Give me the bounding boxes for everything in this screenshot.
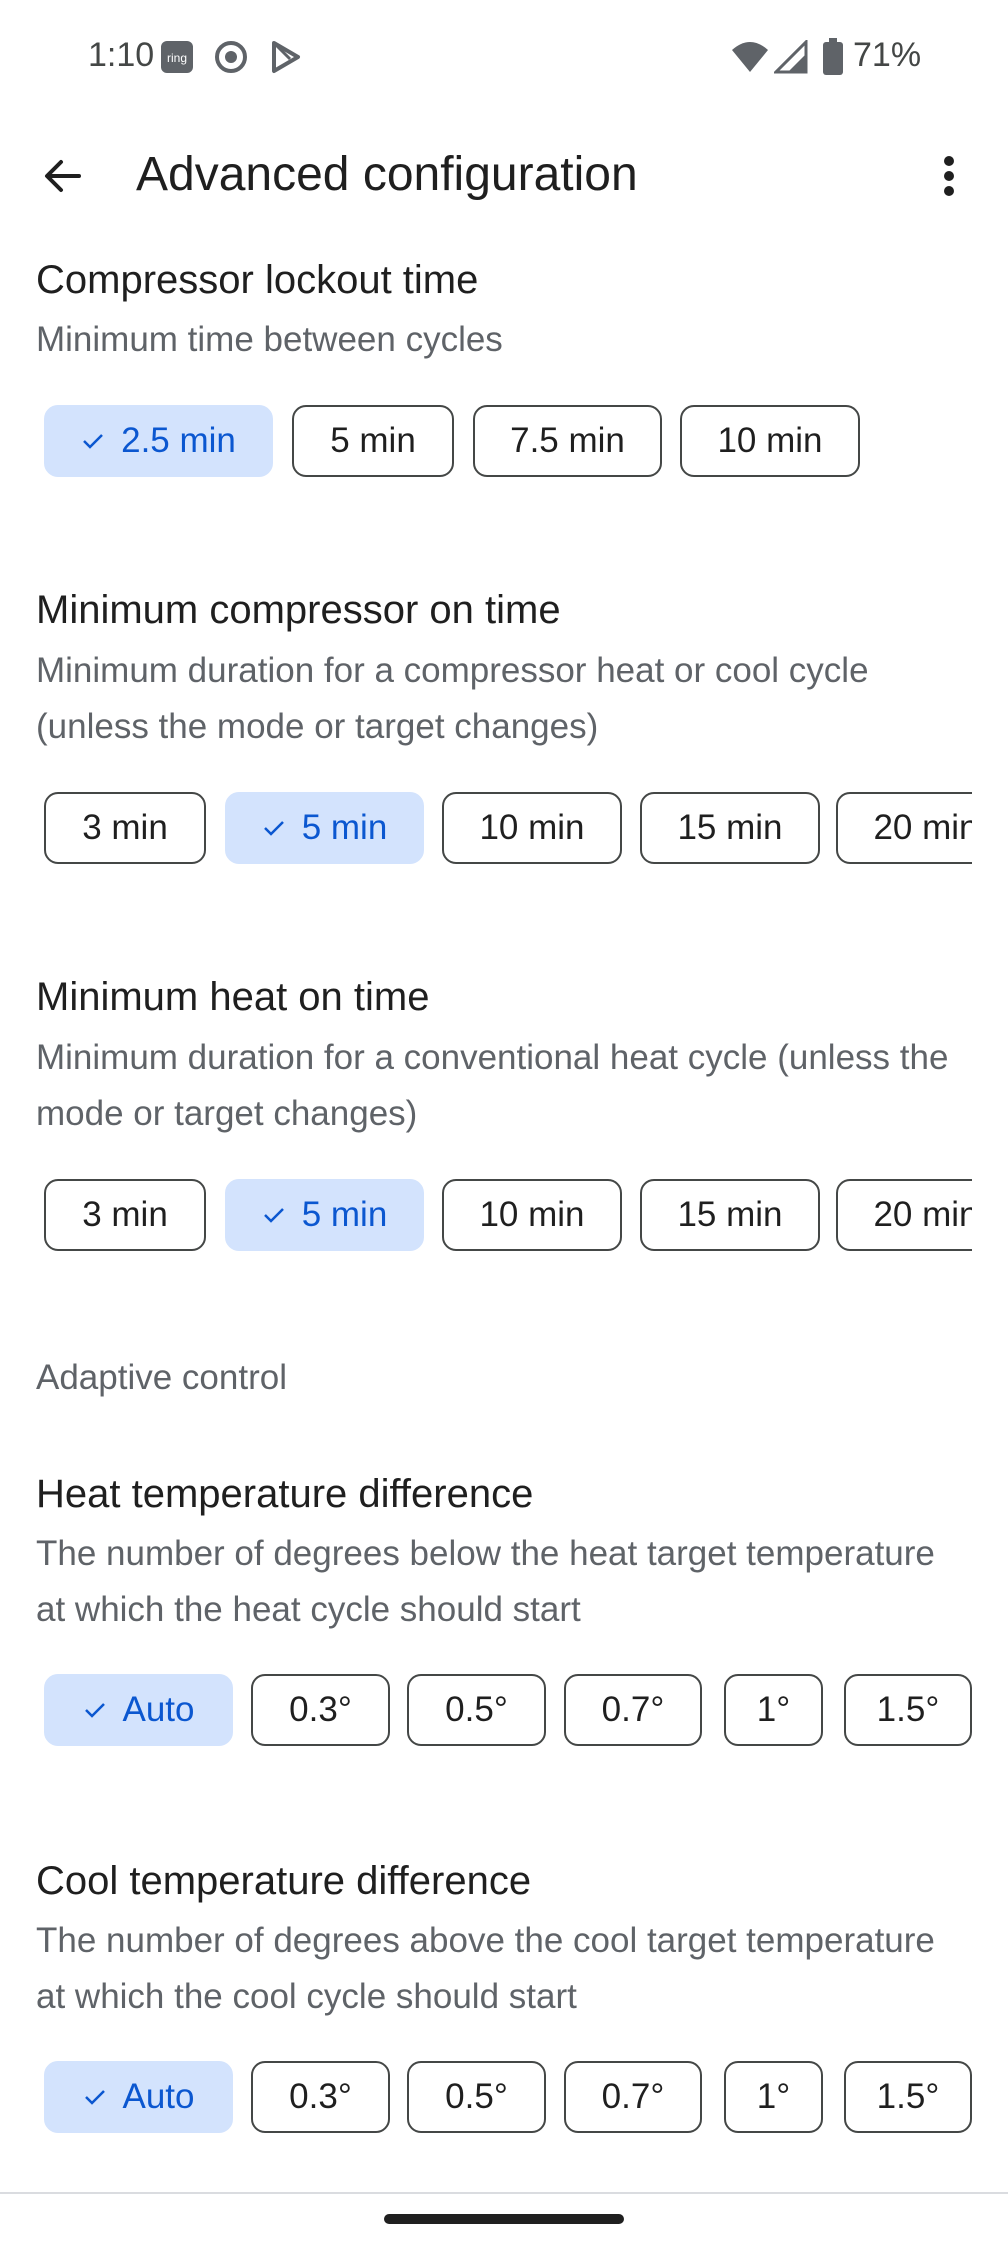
chip-label: 3 min bbox=[82, 1195, 168, 1234]
arrow-back-icon bbox=[43, 156, 83, 201]
section-description-compressor-lockout: Minimum time between cycles bbox=[36, 320, 503, 359]
section-title-min-compressor-on: Minimum compressor on time bbox=[36, 588, 561, 632]
chip-option[interactable]: 1.5° bbox=[844, 2061, 972, 2133]
chip-option[interactable]: 1° bbox=[724, 1674, 823, 1746]
chip-label: 20 min bbox=[873, 808, 972, 847]
section-description-cool-temp-diff: The number of degrees above the cool tar… bbox=[36, 1921, 935, 2016]
chip-option-selected[interactable]: 5 min bbox=[225, 792, 424, 864]
chip-option-selected[interactable]: Auto bbox=[44, 2061, 233, 2133]
chip-label: 15 min bbox=[677, 808, 783, 847]
chip-option[interactable]: 1.5° bbox=[844, 1674, 972, 1746]
chip-label: 10 min bbox=[479, 1195, 585, 1234]
section-title-compressor-lockout: Compressor lockout time bbox=[36, 258, 479, 302]
chip-option[interactable]: 7.5 min bbox=[473, 405, 662, 477]
section-title-cool-temp-diff: Cool temperature difference bbox=[36, 1859, 532, 1903]
svg-text:ring: ring bbox=[167, 51, 187, 65]
check-icon bbox=[262, 816, 286, 840]
chip-label: 10 min bbox=[479, 808, 585, 847]
chip-option[interactable]: 20 min bbox=[836, 792, 972, 864]
chip-label: 1.5° bbox=[876, 2077, 940, 2116]
section-title-min-heat-on: Minimum heat on time bbox=[36, 975, 430, 1019]
chip-option[interactable]: 10 min bbox=[442, 1179, 622, 1251]
chip-label: 1.5° bbox=[876, 1690, 940, 1729]
chip-label: 0.3° bbox=[289, 2077, 352, 2116]
chip-label: 0.5° bbox=[445, 1690, 508, 1729]
chip-group-min-compressor-on: 3 min 5 min 10 min 15 min 20 min bbox=[44, 792, 972, 864]
chip-option[interactable]: 20 min bbox=[836, 1179, 972, 1251]
section-description-min-compressor-on: Minimum duration for a compressor heat o… bbox=[36, 651, 869, 746]
chip-label: 0.7° bbox=[601, 2077, 665, 2116]
battery-percentage: 71% bbox=[853, 36, 922, 74]
chip-group-min-heat-on: 3 min 5 min 10 min 15 min 20 min bbox=[44, 1179, 972, 1251]
section-description-min-heat-on: Minimum duration for a conventional heat… bbox=[36, 1038, 949, 1133]
chip-label: 0.7° bbox=[601, 1690, 665, 1729]
chip-option[interactable]: 5 min bbox=[292, 405, 454, 477]
chip-label: 0.5° bbox=[445, 2077, 508, 2116]
check-icon bbox=[81, 429, 105, 453]
status-time: 1:10 bbox=[88, 36, 155, 74]
chip-label: 10 min bbox=[717, 421, 823, 460]
chip-option[interactable]: 3 min bbox=[44, 792, 206, 864]
chip-label: 1° bbox=[756, 1690, 791, 1729]
chip-label: 5 min bbox=[330, 421, 416, 460]
more-options-button[interactable] bbox=[920, 145, 978, 211]
chip-option[interactable]: 1° bbox=[724, 2061, 823, 2133]
category-header-adaptive-control: Adaptive control bbox=[36, 1358, 287, 1397]
play-store-icon bbox=[268, 40, 302, 79]
chip-label: Auto bbox=[122, 1690, 195, 1729]
chip-option-selected[interactable]: 5 min bbox=[225, 1179, 424, 1251]
more-vert-icon bbox=[943, 155, 955, 201]
chip-option-selected[interactable]: 2.5 min bbox=[44, 405, 273, 477]
chip-label: 2.5 min bbox=[121, 421, 236, 460]
chip-option[interactable]: 10 min bbox=[442, 792, 622, 864]
chip-option[interactable]: 15 min bbox=[640, 792, 820, 864]
check-icon bbox=[262, 1203, 286, 1227]
chip-group-cool-temp-diff: Auto 0.3° 0.5° 0.7° 1° 1.5° bbox=[44, 2061, 972, 2133]
chip-label: 20 min bbox=[873, 1195, 972, 1234]
check-icon bbox=[83, 1698, 107, 1722]
home-indicator[interactable] bbox=[384, 2214, 624, 2224]
chip-group-compressor-lockout: 2.5 min 5 min 7.5 min 10 min bbox=[44, 405, 972, 477]
section-description-heat-temp-diff: The number of degrees below the heat tar… bbox=[36, 1534, 935, 1629]
chip-label: 1° bbox=[756, 2077, 791, 2116]
chip-option-selected[interactable]: Auto bbox=[44, 1674, 233, 1746]
chip-label: 7.5 min bbox=[510, 421, 625, 460]
page-title: Advanced configuration bbox=[136, 148, 638, 201]
status-bar: 1:10 ring 71% bbox=[0, 0, 1008, 116]
chip-option[interactable]: 0.3° bbox=[251, 1674, 390, 1746]
chip-option[interactable]: 0.5° bbox=[407, 2061, 546, 2133]
chip-option[interactable]: 10 min bbox=[680, 405, 860, 477]
back-button[interactable] bbox=[30, 145, 96, 211]
chip-option[interactable]: 15 min bbox=[640, 1179, 820, 1251]
chip-option[interactable]: 0.7° bbox=[564, 1674, 702, 1746]
chip-option[interactable]: 0.7° bbox=[564, 2061, 702, 2133]
chip-option[interactable]: 0.3° bbox=[251, 2061, 390, 2133]
chip-label: 5 min bbox=[301, 808, 388, 847]
check-icon bbox=[83, 2085, 107, 2109]
chip-label: 15 min bbox=[677, 1195, 783, 1234]
chip-option[interactable]: 3 min bbox=[44, 1179, 206, 1251]
chip-label: 5 min bbox=[301, 1195, 388, 1234]
chip-label: 3 min bbox=[82, 808, 168, 847]
chip-group-heat-temp-diff: Auto 0.3° 0.5° 0.7° 1° 1.5° bbox=[44, 1674, 972, 1746]
wifi-icon bbox=[730, 40, 770, 79]
chip-label: Auto bbox=[122, 2077, 195, 2116]
signal-icon bbox=[772, 38, 808, 79]
battery-icon bbox=[822, 38, 844, 81]
ring-app-icon: ring bbox=[160, 40, 194, 79]
record-icon bbox=[214, 40, 248, 79]
bottom-divider bbox=[0, 2192, 1008, 2194]
section-title-heat-temp-diff: Heat temperature difference bbox=[36, 1472, 534, 1516]
chip-label: 0.3° bbox=[289, 1690, 352, 1729]
chip-option[interactable]: 0.5° bbox=[407, 1674, 546, 1746]
